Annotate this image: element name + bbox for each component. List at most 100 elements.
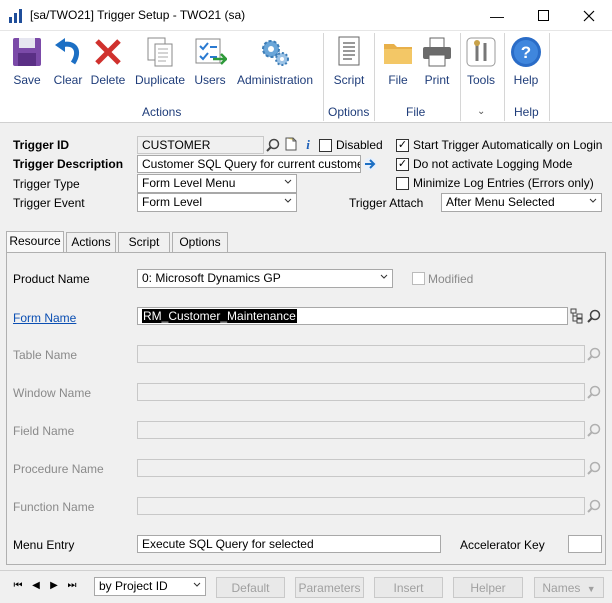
print-button[interactable]: Print <box>419 35 455 87</box>
first-record-button[interactable]: ⏮ <box>12 580 24 594</box>
file-button[interactable]: File <box>380 35 416 87</box>
parameters-button[interactable]: Parameters <box>295 577 364 598</box>
lookup-icon[interactable] <box>587 385 601 399</box>
menu-entry-field[interactable]: Execute SQL Query for selected <box>137 535 441 553</box>
chevron-down-icon <box>589 198 597 203</box>
tab-resource[interactable]: Resource <box>6 231 64 253</box>
printer-icon <box>423 37 451 67</box>
form-name-field[interactable]: RM_Customer_Maintenance <box>137 307 568 325</box>
lookup-icon[interactable] <box>587 499 601 513</box>
info-icon[interactable]: i <box>301 137 315 151</box>
duplicate-icon <box>147 37 173 67</box>
trigger-event-value: Form Level <box>142 195 203 209</box>
administration-button[interactable]: Administration <box>232 35 318 87</box>
trigger-description-label: Trigger Description <box>13 157 124 171</box>
users-icon <box>195 38 227 65</box>
ribbon-separator <box>374 33 375 121</box>
sort-by-select[interactable]: by Project ID <box>94 577 206 596</box>
app-icon <box>9 9 22 23</box>
field-name-field[interactable] <box>137 421 585 439</box>
tools-button[interactable]: Tools <box>463 35 499 87</box>
print-label: Print <box>424 73 450 87</box>
form-name-link[interactable]: Form Name <box>13 311 76 325</box>
trigger-type-select[interactable]: Form Level Menu <box>137 174 297 193</box>
procedure-name-field[interactable] <box>137 459 585 477</box>
help-label: Help <box>513 73 539 87</box>
svg-text:?: ? <box>521 43 531 62</box>
script-button[interactable]: Script <box>329 35 369 87</box>
help-button[interactable]: ? Help <box>508 35 544 87</box>
delete-label: Delete <box>90 73 126 87</box>
last-record-button[interactable]: ⏭ <box>66 580 78 594</box>
table-name-field[interactable] <box>137 345 585 363</box>
group-file-label: File <box>406 105 426 119</box>
modified-checkbox[interactable] <box>412 272 425 285</box>
lookup-icon[interactable] <box>266 138 280 152</box>
accelerator-key-field[interactable] <box>568 535 602 553</box>
clear-button[interactable]: Clear <box>50 35 86 87</box>
group-actions-label: Actions <box>142 105 182 119</box>
function-name-label: Function Name <box>13 500 95 514</box>
trigger-type-value: Form Level Menu <box>142 176 236 190</box>
chevron-down-icon <box>193 582 201 587</box>
users-button[interactable]: Users <box>193 35 227 87</box>
lookup-icon[interactable] <box>587 423 601 437</box>
gears-icon <box>262 40 289 66</box>
script-icon <box>338 36 360 66</box>
duplicate-button[interactable]: Duplicate <box>133 35 187 87</box>
window-name-label: Window Name <box>13 386 92 400</box>
tab-script[interactable]: Script <box>118 232 170 252</box>
administration-label: Administration <box>236 73 314 87</box>
window-name-field[interactable] <box>137 383 585 401</box>
trigger-event-select[interactable]: Form Level <box>137 193 297 212</box>
trigger-attach-select[interactable]: After Menu Selected <box>441 193 602 212</box>
chevron-down-icon <box>284 179 292 184</box>
duplicate-label: Duplicate <box>134 73 186 87</box>
tools-label: Tools <box>466 73 495 87</box>
trigger-id-field[interactable]: CUSTOMER <box>137 136 264 154</box>
chevron-down-icon <box>380 274 388 279</box>
bottom-divider <box>0 570 612 571</box>
tab-options[interactable]: Options <box>172 232 228 252</box>
insert-button[interactable]: Insert <box>374 577 443 598</box>
minimize-log-checkbox[interactable] <box>396 177 409 190</box>
no-logging-checkbox[interactable]: ✓ <box>396 158 409 171</box>
previous-record-button[interactable]: ◀ <box>30 580 42 594</box>
no-logging-label: Do not activate Logging Mode <box>413 157 573 171</box>
next-record-button[interactable]: ▶ <box>48 580 60 594</box>
tab-actions[interactable]: Actions <box>66 232 116 252</box>
lookup-icon[interactable] <box>587 309 601 323</box>
helper-button[interactable]: Helper <box>453 577 523 598</box>
modified-label: Modified <box>428 272 474 286</box>
script-label: Script <box>333 73 365 87</box>
product-name-select[interactable]: 0: Microsoft Dynamics GP <box>137 269 393 288</box>
table-name-label: Table Name <box>13 348 78 362</box>
function-name-field[interactable] <box>137 497 585 515</box>
names-button[interactable]: Names ▼ <box>534 577 604 598</box>
default-button[interactable]: Default <box>216 577 285 598</box>
procedure-name-label: Procedure Name <box>13 462 104 476</box>
tools-dropdown-icon[interactable]: ⌄ <box>477 106 485 117</box>
disabled-checkbox[interactable] <box>319 139 332 152</box>
close-button[interactable] <box>566 0 612 31</box>
minimize-button[interactable]: — <box>474 0 520 31</box>
delete-icon <box>95 39 121 65</box>
save-icon <box>13 38 41 66</box>
tree-browse-icon[interactable] <box>570 308 584 324</box>
undo-icon <box>55 38 79 65</box>
accelerator-key-label: Accelerator Key <box>460 538 545 552</box>
delete-button[interactable]: Delete <box>89 35 127 87</box>
tools-icon <box>466 37 496 67</box>
note-icon[interactable] <box>284 137 298 151</box>
save-button[interactable]: Save <box>8 35 46 87</box>
maximize-button[interactable] <box>520 0 566 31</box>
arrow-right-icon[interactable] <box>363 157 377 171</box>
start-automatically-checkbox[interactable]: ✓ <box>396 139 409 152</box>
lookup-icon[interactable] <box>587 461 601 475</box>
file-label: File <box>388 73 408 87</box>
lookup-icon[interactable] <box>587 347 601 361</box>
users-label: Users <box>194 73 226 87</box>
minimize-log-label: Minimize Log Entries (Errors only) <box>413 176 594 190</box>
chevron-down-icon <box>284 198 292 203</box>
trigger-description-field[interactable]: Customer SQL Query for current customer <box>137 155 361 173</box>
